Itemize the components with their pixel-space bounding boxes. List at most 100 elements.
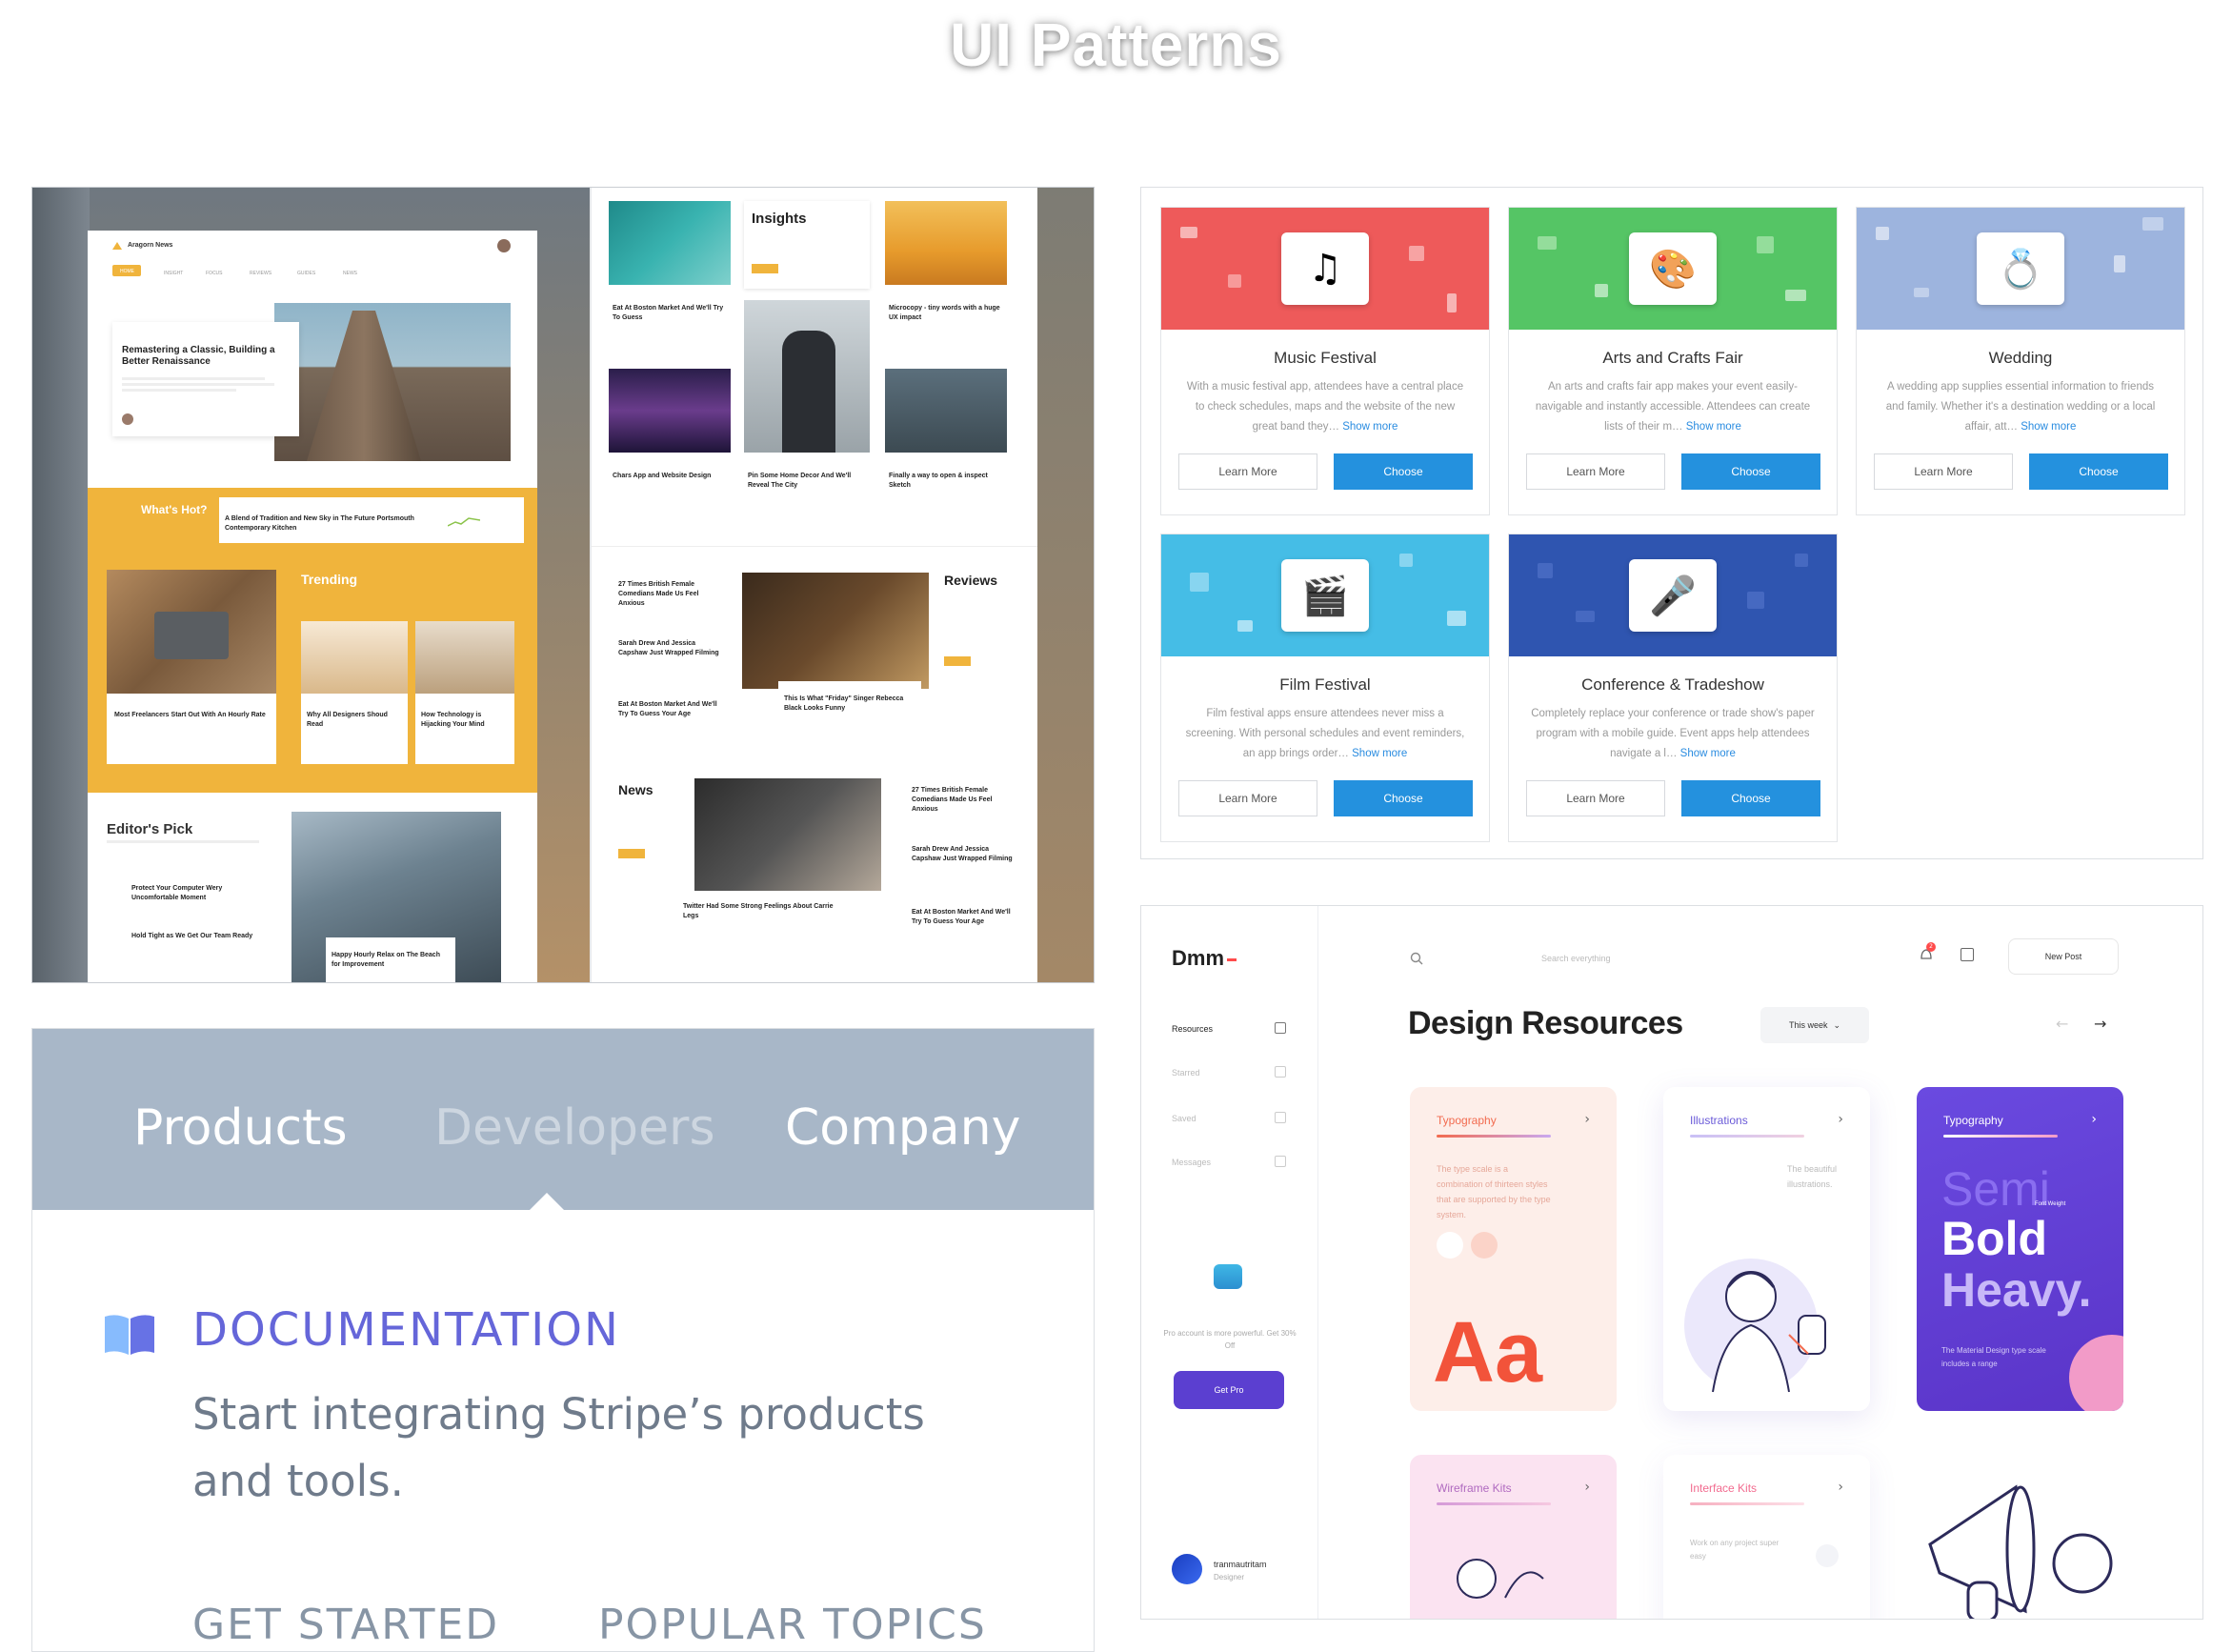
show-more-link[interactable]: Show more <box>1680 748 1736 759</box>
sidebar-item-messages[interactable]: Messages <box>1172 1158 1211 1167</box>
avatar[interactable] <box>1172 1554 1202 1584</box>
resource-card-illustrations[interactable]: Illustrations › The beautiful illustrati… <box>1663 1087 1870 1411</box>
learn-more-button[interactable]: Learn More <box>1526 780 1665 816</box>
week-filter-dropdown[interactable]: This week ⌄ <box>1760 1007 1869 1043</box>
trending-card[interactable]: Most Freelancers Start Out With An Hourl… <box>107 694 276 764</box>
news-button[interactable] <box>618 849 645 858</box>
smartwatch-image[interactable] <box>694 778 881 891</box>
news-list-item[interactable]: Sarah Drew And Jessica Capshaw Just Wrap… <box>912 845 1016 864</box>
news-list-item[interactable]: 27 Times British Female Comedians Made U… <box>912 786 1016 815</box>
align-icon[interactable] <box>1437 1232 1463 1259</box>
documentation-heading[interactable]: DOCUMENTATION <box>192 1303 620 1357</box>
nav-focus[interactable]: FOCUS <box>206 271 223 276</box>
grid-item-title[interactable]: Pin Some Home Decor And We'll Reveal The… <box>748 472 866 491</box>
trending-card[interactable]: Why All Designers Shoud Read <box>301 694 408 764</box>
resource-card-typography-weights[interactable]: Typography › Semi Bold Heavy. Font Weigh… <box>1917 1087 2123 1411</box>
insights-button[interactable] <box>752 264 778 273</box>
review-list-item[interactable]: Eat At Boston Market And We'll Try To Gu… <box>618 700 723 719</box>
editors-feature-card[interactable]: Happy Hourly Relax on The Beach for Impr… <box>326 937 455 982</box>
choose-button[interactable]: Choose <box>1681 453 1820 490</box>
editors-item[interactable]: Hold Tight as We Get Our Team Ready <box>131 932 255 941</box>
review-list-item[interactable]: 27 Times British Female Comedians Made U… <box>618 580 723 609</box>
learn-more-button[interactable]: Learn More <box>1526 453 1665 490</box>
logo[interactable]: Dmm <box>1172 946 1237 971</box>
tab-developers[interactable]: Developers <box>434 1099 715 1157</box>
page-title: UI Patterns <box>950 10 1282 79</box>
user-name: tranmautritam <box>1214 1560 1267 1569</box>
star-icon <box>1275 1066 1286 1078</box>
sidebar-item-resources[interactable]: Resources <box>1172 1024 1213 1034</box>
get-started-link[interactable]: GET STARTED <box>192 1601 499 1649</box>
chevron-right-icon[interactable]: › <box>2091 1112 2097 1127</box>
chevron-right-icon[interactable]: › <box>1838 1112 1843 1127</box>
resource-card-typography[interactable]: Typography › The type scale is a combina… <box>1410 1087 1617 1411</box>
sidebar-item-saved[interactable]: Saved <box>1172 1114 1196 1123</box>
new-post-button[interactable]: New Post <box>2008 938 2119 975</box>
yellow-chair-image[interactable] <box>885 201 1007 285</box>
news-list-item[interactable]: Eat At Boston Market And We'll Try To Gu… <box>912 908 1016 927</box>
grid-item-title[interactable]: Finally a way to open & inspect Sketch <box>889 472 1003 491</box>
tab-company[interactable]: Company <box>785 1099 1020 1157</box>
nav-reviews[interactable]: REVIEWS <box>250 271 271 276</box>
trending-card[interactable]: How Technology is Hijacking Your Mind <box>415 694 514 764</box>
woman-image[interactable] <box>885 369 1007 453</box>
insights-card[interactable]: Insights <box>744 201 870 289</box>
nav-insight[interactable]: INSIGHT <box>164 271 183 276</box>
card-description: The Material Design type scale includes … <box>1941 1346 2046 1368</box>
show-more-link[interactable]: Show more <box>1686 421 1741 433</box>
reviews-button[interactable] <box>944 656 971 666</box>
chevron-right-icon[interactable]: › <box>1584 1112 1590 1127</box>
bell-icon[interactable]: 2 <box>1919 942 1936 963</box>
tab-products[interactable]: Products <box>133 1099 348 1157</box>
event-card-conference[interactable]: 🎤 Conference & Tradeshow Completely repl… <box>1508 534 1838 842</box>
sidebar-item-starred[interactable]: Starred <box>1172 1068 1200 1078</box>
hands-illustration <box>1457 1559 1544 1599</box>
format-icon[interactable] <box>1471 1232 1498 1259</box>
learn-more-button[interactable]: Learn More <box>1874 453 2013 490</box>
hot-item-card[interactable]: A Blend of Tradition and New Sky in The … <box>219 497 524 543</box>
aerial-sea-image[interactable] <box>609 201 731 285</box>
resource-card-wireframe-kits[interactable]: Wireframe Kits › <box>1410 1455 1617 1619</box>
sofa-image[interactable] <box>415 621 514 694</box>
bookmark-icon[interactable] <box>1961 948 1974 961</box>
avatar[interactable] <box>497 239 511 252</box>
arrow-left-icon[interactable]: ← <box>2056 1015 2068 1033</box>
hero-card[interactable]: Remastering a Classic, Building a Better… <box>112 322 299 436</box>
get-pro-button[interactable]: Get Pro <box>1174 1371 1284 1409</box>
learn-more-button[interactable]: Learn More <box>1178 453 1317 490</box>
grid-item-title[interactable]: Chars App and Website Design <box>613 472 727 481</box>
show-more-link[interactable]: Show more <box>1352 748 1407 759</box>
arrow-right-icon[interactable]: → <box>2094 1015 2106 1033</box>
show-more-link[interactable]: Show more <box>2021 421 2076 433</box>
editors-item[interactable]: Protect Your Computer Wery Uncomfortable… <box>131 884 255 903</box>
choose-button[interactable]: Choose <box>1334 453 1473 490</box>
choose-button[interactable]: Choose <box>1681 780 1820 816</box>
font-weight-tooltip: Font Weight <box>2035 1201 2066 1207</box>
show-more-link[interactable]: Show more <box>1342 421 1398 433</box>
nav-guides[interactable]: GUIDES <box>297 271 315 276</box>
search-input[interactable]: Search everything <box>1541 954 1611 963</box>
toggle-icon[interactable] <box>1816 1544 1839 1567</box>
review-feature-card[interactable]: This Is What "Friday" Singer Rebecca Bla… <box>778 681 921 733</box>
podium-icon: 🎤 <box>1629 559 1717 632</box>
room-image[interactable] <box>301 621 408 694</box>
event-card-wedding[interactable]: 💍 Wedding A wedding app supplies essenti… <box>1856 207 2185 515</box>
news-feature-card[interactable]: Twitter Had Some Strong Feelings About C… <box>677 891 849 948</box>
chevron-right-icon[interactable]: › <box>1584 1480 1590 1495</box>
chevron-right-icon[interactable]: › <box>1838 1480 1843 1495</box>
grid-item-title[interactable]: Eat At Boston Market And We'll Try To Gu… <box>613 304 727 323</box>
resource-card-interface-kits[interactable]: Interface Kits › Work on any project sup… <box>1663 1455 1870 1619</box>
event-card-arts-crafts[interactable]: 🎨 Arts and Crafts Fair An arts and craft… <box>1508 207 1838 515</box>
nav-home[interactable]: HOME <box>120 269 134 274</box>
popular-topics-link[interactable]: POPULAR TOPICS <box>598 1601 987 1649</box>
choose-button[interactable]: Choose <box>2029 453 2168 490</box>
event-card-film-festival[interactable]: 🎬 Film Festival Film festival apps ensur… <box>1160 534 1490 842</box>
choose-button[interactable]: Choose <box>1334 780 1473 816</box>
grid-item-title[interactable]: Microcopy - tiny words with a huge UX im… <box>889 304 1003 323</box>
city-night-image[interactable] <box>609 369 731 453</box>
event-card-music-festival[interactable]: ♫ Music Festival With a music festival a… <box>1160 207 1490 515</box>
learn-more-button[interactable]: Learn More <box>1178 780 1317 816</box>
laptop-image[interactable] <box>742 573 929 689</box>
review-list-item[interactable]: Sarah Drew And Jessica Capshaw Just Wrap… <box>618 639 723 658</box>
nav-news[interactable]: NEWS <box>343 271 357 276</box>
